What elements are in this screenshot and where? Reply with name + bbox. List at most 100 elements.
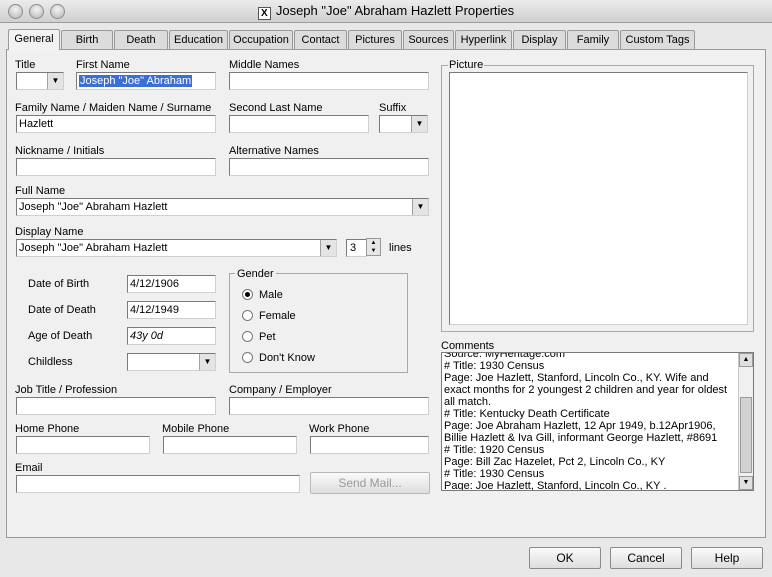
picture-box[interactable] <box>449 72 748 325</box>
title-select[interactable]: ▼ <box>16 72 64 90</box>
gender-dont-know-label: Don't Know <box>259 352 315 364</box>
lines-label: lines <box>389 242 412 254</box>
full-name-select[interactable]: Joseph "Joe" Abraham Hazlett ▼ <box>16 198 429 216</box>
chevron-down-icon: ▼ <box>199 354 215 370</box>
window-title-wrap: X Joseph "Joe" Abraham Hazlett Properties <box>0 3 772 20</box>
title-label: Title <box>15 59 36 71</box>
ok-button[interactable]: OK <box>529 547 601 569</box>
gender-female-radio[interactable] <box>242 310 253 321</box>
chevron-down-icon: ▼ <box>320 240 336 256</box>
stepper-up-icon[interactable]: ▲ <box>367 239 380 247</box>
comments-textarea[interactable]: Source: MyHeritage.com # Title: 1930 Cen… <box>441 352 754 491</box>
chevron-down-icon: ▼ <box>47 73 63 89</box>
gender-group <box>229 273 408 373</box>
tab-family[interactable]: Family <box>567 30 619 50</box>
work-phone-field[interactable] <box>310 436 429 454</box>
first-name-field[interactable]: Joseph "Joe" Abraham <box>76 72 216 90</box>
work-phone-label: Work Phone <box>309 423 370 435</box>
job-title-label: Job Title / Profession <box>15 384 118 396</box>
tab-pictures[interactable]: Pictures <box>348 30 402 50</box>
first-name-value: Joseph "Joe" Abraham <box>79 75 193 87</box>
chevron-down-icon: ▼ <box>411 116 427 132</box>
scroll-down-icon[interactable]: ▼ <box>739 476 753 490</box>
picture-label: Picture <box>448 59 485 71</box>
radio-selected-dot <box>245 292 250 297</box>
comments-text: Source: MyHeritage.com # Title: 1930 Cen… <box>444 352 734 491</box>
lines-stepper[interactable]: ▲ ▼ <box>366 238 381 256</box>
suffix-select[interactable]: ▼ <box>379 115 428 133</box>
second-last-name-label: Second Last Name <box>229 102 323 114</box>
childless-select[interactable]: ▼ <box>127 353 216 371</box>
age-of-death-label: Age of Death <box>28 330 93 342</box>
email-field[interactable] <box>16 475 300 493</box>
tab-hyperlink[interactable]: Hyperlink <box>455 30 512 50</box>
full-name-label: Full Name <box>15 185 66 197</box>
comment-line: Billie Hazlett & Iva Gill, informant Geo… <box>444 432 718 444</box>
tab-custom-tags[interactable]: Custom Tags <box>620 30 695 50</box>
middle-names-label: Middle Names <box>229 59 300 71</box>
first-name-label: First Name <box>76 59 130 71</box>
comment-line: Page: Bill Zac Hazelet, Pct 2, Lincoln C… <box>444 456 666 468</box>
date-of-birth-field[interactable]: 4/12/1906 <box>127 275 216 293</box>
tab-education[interactable]: Education <box>169 30 228 50</box>
suffix-label: Suffix <box>379 102 407 114</box>
tab-contact[interactable]: Contact <box>294 30 347 50</box>
email-label: Email <box>15 462 43 474</box>
comments-scrollbar[interactable]: ▲ ▼ <box>738 353 753 490</box>
window-title: Joseph "Joe" Abraham Hazlett Properties <box>275 3 515 18</box>
tab-general[interactable]: General <box>8 29 60 50</box>
scroll-up-icon[interactable]: ▲ <box>739 353 753 367</box>
nickname-field[interactable] <box>16 158 216 176</box>
home-phone-label: Home Phone <box>15 423 80 435</box>
tab-display[interactable]: Display <box>513 30 566 50</box>
home-phone-field[interactable] <box>16 436 150 454</box>
lines-input[interactable]: 3 <box>346 239 367 257</box>
comment-line: # Title: Kentucky Death Certificate <box>444 408 610 420</box>
help-button[interactable]: Help <box>691 547 763 569</box>
comment-line: exact months for 2 youngest 2 children a… <box>444 384 728 396</box>
second-last-name-field[interactable] <box>229 115 369 133</box>
mobile-phone-label: Mobile Phone <box>162 423 230 435</box>
nickname-label: Nickname / Initials <box>15 145 105 157</box>
send-mail-button[interactable]: Send Mail... <box>310 472 430 494</box>
tab-birth[interactable]: Birth <box>61 30 113 50</box>
company-field[interactable] <box>229 397 429 415</box>
comments-label: Comments <box>441 340 495 352</box>
stepper-down-icon[interactable]: ▼ <box>367 247 380 255</box>
mobile-phone-field[interactable] <box>163 436 297 454</box>
alternative-names-label: Alternative Names <box>229 145 319 157</box>
scroll-thumb[interactable] <box>740 397 752 473</box>
app-icon: X <box>257 7 271 20</box>
gender-label: Gender <box>235 268 276 280</box>
display-name-select[interactable]: Joseph "Joe" Abraham Hazlett ▼ <box>16 239 337 257</box>
comment-line: Page: Joe Hazlett, Stanford, Lincoln Co.… <box>444 372 709 384</box>
company-label: Company / Employer <box>229 384 332 396</box>
childless-label: Childless <box>28 356 73 368</box>
display-name-value: Joseph "Joe" Abraham Hazlett <box>19 242 168 254</box>
middle-names-field[interactable] <box>229 72 429 90</box>
date-of-death-label: Date of Death <box>28 304 96 316</box>
family-name-label: Family Name / Maiden Name / Surname <box>15 102 212 114</box>
alternative-names-field[interactable] <box>229 158 429 176</box>
date-of-death-field[interactable]: 4/12/1949 <box>127 301 216 319</box>
comment-line: # Title: 1930 Census <box>444 360 545 372</box>
job-title-field[interactable] <box>16 397 216 415</box>
gender-dont-know-radio[interactable] <box>242 352 253 363</box>
gender-male-radio[interactable] <box>242 289 253 300</box>
comment-line: Page: Joe Hazlett, Stanford, Lincoln Co.… <box>444 480 667 491</box>
gender-female-label: Female <box>259 310 296 322</box>
comment-line: Source: MyHeritage.com <box>444 352 566 360</box>
gender-pet-radio[interactable] <box>242 331 253 342</box>
gender-male-label: Male <box>259 289 283 301</box>
comment-line: # Title: 1920 Census <box>444 444 545 456</box>
title-bar: X Joseph "Joe" Abraham Hazlett Properties <box>0 0 772 23</box>
date-of-birth-label: Date of Birth <box>28 278 90 290</box>
tab-occupation[interactable]: Occupation <box>229 30 293 50</box>
comment-line: # Title: 1930 Census <box>444 468 545 480</box>
cancel-button[interactable]: Cancel <box>610 547 682 569</box>
display-name-label: Display Name <box>15 226 84 238</box>
family-name-field[interactable]: Hazlett <box>16 115 216 133</box>
tab-death[interactable]: Death <box>114 30 168 50</box>
tab-sources[interactable]: Sources <box>403 30 454 50</box>
gender-pet-label: Pet <box>259 331 276 343</box>
